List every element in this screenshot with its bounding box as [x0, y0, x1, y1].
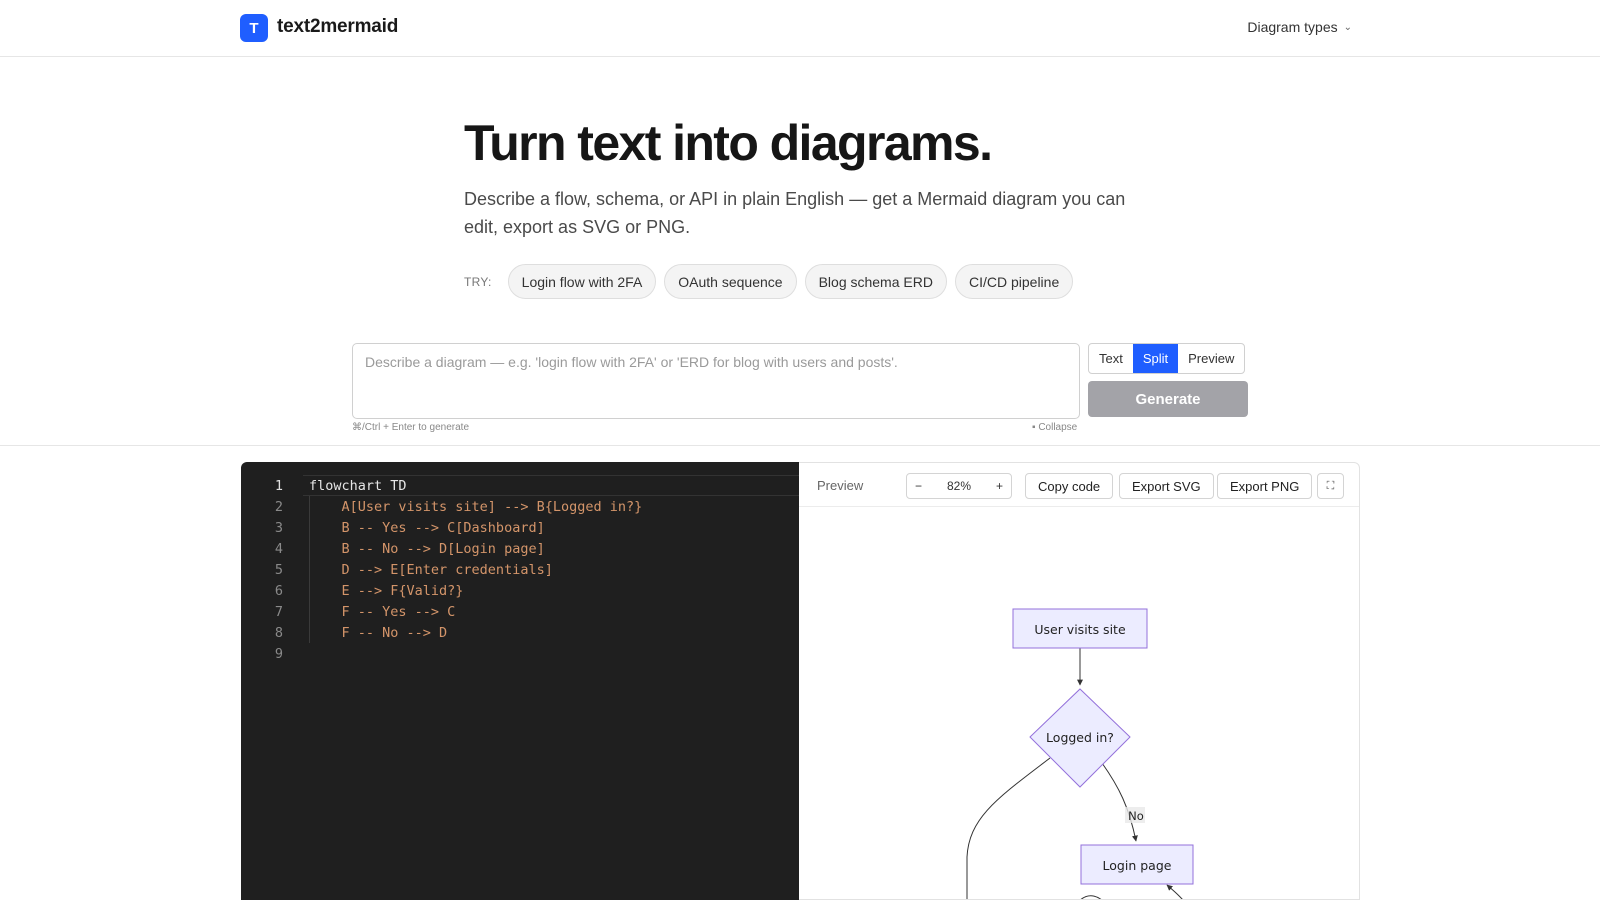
page-title: Turn text into diagrams. [464, 115, 993, 171]
preview-pane: Preview − 82% + Copy code Export SVG Exp… [799, 462, 1360, 900]
node-login-page-label: Login page [1103, 858, 1172, 873]
node-user-visits-site-label: User visits site [1034, 622, 1126, 637]
chevron-down-icon: ⌄ [1343, 21, 1352, 33]
node-logged-in-label: Logged in? [1046, 730, 1114, 745]
edge-logged-yes [966, 757, 1051, 899]
editor-line: 9 [274, 645, 283, 662]
example-prompts: TRY: Login flow with 2FA OAuth sequence … [464, 264, 1074, 299]
export-png-button[interactable]: Export PNG [1217, 473, 1313, 499]
example-chip-login-2fa[interactable]: Login flow with 2FA [507, 264, 657, 299]
edge-login-out [1080, 895, 1102, 899]
editor-line: 1 flowchart TD [274, 477, 407, 494]
edge-logged-no [1101, 762, 1138, 842]
diagram-types-menu[interactable]: Diagram types ⌄ [1247, 19, 1352, 35]
code-editor[interactable]: 1 flowchart TD 2 A[User visits site] --> … [241, 462, 799, 900]
code-line: F -- No --> D [309, 624, 448, 641]
mermaid-diagram[interactable]: User visits site Logged in? No Login pag… [799, 507, 1360, 900]
editor-line: 5 D --> E[Enter credentials] [274, 561, 553, 578]
view-mode-split[interactable]: Split [1132, 344, 1179, 373]
zoom-in-button[interactable]: + [996, 479, 1003, 493]
editor-line: 2 A[User visits site] --> B{Logged in?} [274, 498, 643, 515]
top-bar: T text2mermaid Diagram types ⌄ [0, 0, 1600, 57]
collapse-button[interactable]: ▪ Collapse [1032, 422, 1077, 433]
brand-name[interactable]: text2mermaid [277, 16, 398, 38]
edge-login-in [1166, 884, 1183, 899]
code-line: A[User visits site] --> B{Logged in?} [309, 498, 643, 515]
editor-line: 3 B -- Yes --> C[Dashboard] [274, 519, 545, 536]
example-chip-blog-erd[interactable]: Blog schema ERD [804, 264, 947, 299]
edge-label-no: No [1128, 809, 1144, 823]
export-svg-button[interactable]: Export SVG [1119, 473, 1214, 499]
code-line: D --> E[Enter credentials] [309, 561, 553, 578]
view-mode-toggle: Text Split Preview [1088, 343, 1246, 374]
code-line: E --> F{Valid?} [309, 582, 464, 599]
fullscreen-icon[interactable]: ⛶ [1317, 473, 1344, 499]
code-line: B -- Yes --> C[Dashboard] [309, 519, 545, 536]
try-label: TRY: [464, 274, 492, 289]
zoom-out-button[interactable]: − [915, 479, 922, 493]
code-line: F -- Yes --> C [309, 603, 456, 620]
code-line: B -- No --> D[Login page] [309, 540, 545, 557]
editor-line: 8 F -- No --> D [274, 624, 448, 641]
view-mode-preview[interactable]: Preview [1178, 344, 1244, 373]
page-subtitle: Describe a flow, schema, or API in plain… [464, 189, 1126, 237]
diagram-prompt-input[interactable] [352, 343, 1080, 419]
logo-icon[interactable]: T [240, 14, 268, 42]
keyboard-hint: ⌘/Ctrl + Enter to generate [352, 422, 470, 433]
generate-button[interactable]: Generate [1088, 381, 1248, 417]
preview-toolbar: Preview − 82% + Copy code Export SVG Exp… [799, 463, 1359, 507]
diagram-types-label: Diagram types [1247, 19, 1338, 35]
zoom-control: − 82% + [906, 473, 1012, 499]
preview-label: Preview [817, 478, 864, 493]
zoom-level: 82% [946, 479, 972, 493]
code-line: flowchart TD [309, 477, 407, 494]
editor-line: 7 F -- Yes --> C [274, 603, 456, 620]
editor-line: 4 B -- No --> D[Login page] [274, 540, 545, 557]
section-divider [0, 445, 1600, 446]
example-chip-oauth[interactable]: OAuth sequence [664, 264, 797, 299]
example-chip-cicd[interactable]: CI/CD pipeline [954, 264, 1074, 299]
editor-line: 6 E --> F{Valid?} [274, 582, 464, 599]
view-mode-text[interactable]: Text [1089, 344, 1133, 373]
copy-code-button[interactable]: Copy code [1025, 473, 1114, 499]
